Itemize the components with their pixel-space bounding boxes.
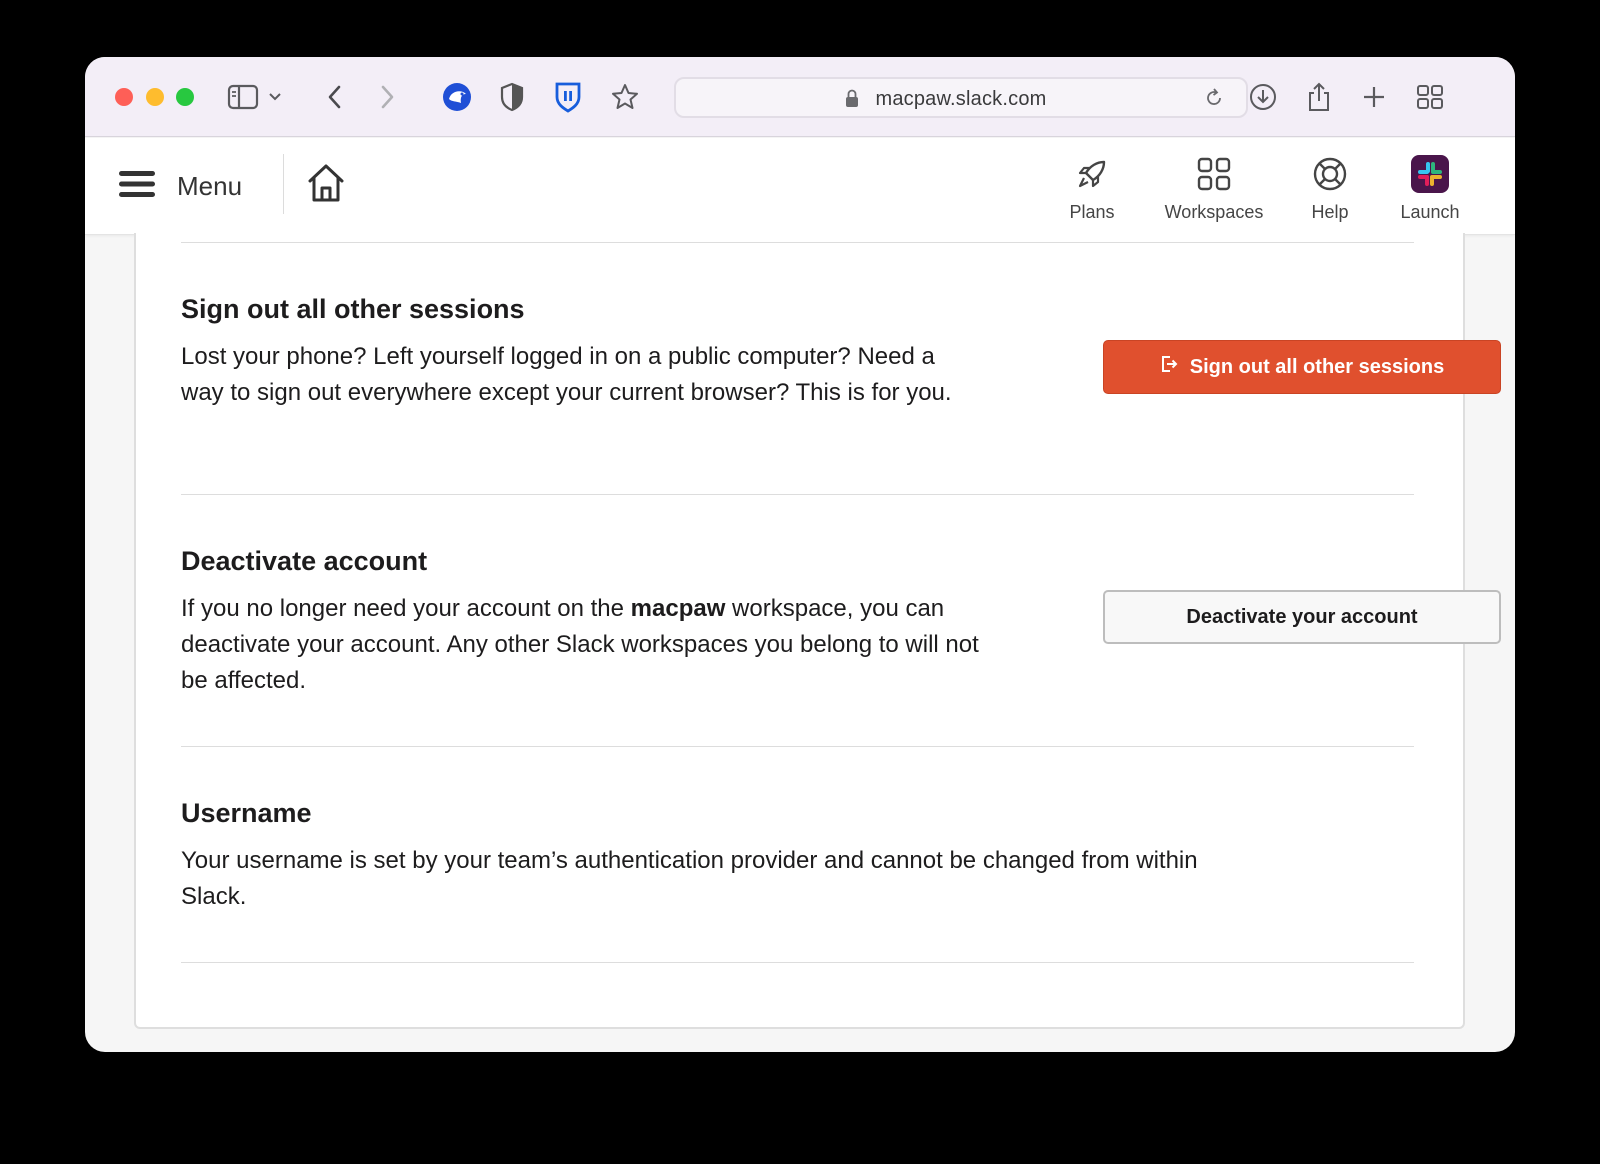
lock-icon	[845, 88, 859, 113]
sign-out-sessions-button[interactable]: Sign out all other sessions	[1103, 340, 1501, 394]
deactivate-title: Deactivate account	[181, 546, 428, 576]
home-icon	[306, 164, 346, 208]
nav-plans[interactable]: Plans	[1067, 152, 1117, 223]
nav-plans-label: Plans	[1069, 202, 1115, 222]
slack-logo-icon	[1411, 152, 1449, 196]
nav-launch-label: Launch	[1400, 202, 1460, 222]
header-divider	[283, 154, 284, 214]
deactivate-account-button[interactable]: Deactivate your account	[1103, 590, 1501, 644]
url-text: macpaw.slack.com	[875, 88, 1047, 110]
menu-label: Menu	[177, 170, 243, 201]
section-divider	[181, 494, 1414, 495]
nav-launch[interactable]: Launch	[1395, 152, 1465, 223]
browser-window: macpaw.slack.com Menu Plans Workspaces H…	[85, 57, 1515, 1052]
deactivate-description: If you no longer need your account on th…	[181, 591, 981, 699]
reload-icon[interactable]	[1203, 87, 1225, 114]
chevron-right-icon[interactable]	[369, 79, 405, 115]
half-shield-icon[interactable]	[494, 79, 530, 115]
sign-out-icon	[1160, 355, 1178, 379]
share-icon[interactable]	[1301, 79, 1337, 115]
hamburger-icon	[119, 169, 155, 204]
home-button[interactable]	[306, 162, 346, 209]
sign-out-title: Sign out all other sessions	[181, 294, 525, 324]
lifebuoy-icon	[1312, 152, 1348, 196]
sign-out-button-label: Sign out all other sessions	[1189, 355, 1445, 378]
grid-icon[interactable]	[1412, 79, 1448, 115]
bitwarden-shield-icon[interactable]	[550, 79, 586, 115]
slack-header: Menu Plans Workspaces Help Launch	[85, 138, 1515, 235]
star-icon[interactable]	[607, 79, 643, 115]
sign-out-section: Sign out all other sessions Lost your ph…	[181, 292, 981, 411]
sign-out-description: Lost your phone? Left yourself logged in…	[181, 343, 952, 406]
deactivate-desc-part1: If you no longer need your account on th…	[181, 595, 631, 622]
minimize-window-button[interactable]	[146, 88, 164, 106]
username-section: Username Your username is set by your te…	[181, 796, 1261, 915]
username-description: Your username is set by your team’s auth…	[181, 847, 1198, 910]
section-divider	[181, 746, 1414, 747]
nav-help[interactable]: Help	[1305, 152, 1355, 223]
chevron-left-icon[interactable]	[317, 79, 353, 115]
chevron-down-icon[interactable]	[265, 79, 285, 115]
workspaces-grid-icon	[1196, 152, 1232, 196]
rocket-icon	[1075, 152, 1109, 196]
section-divider	[181, 242, 1414, 243]
bird-extension-icon[interactable]	[439, 79, 475, 115]
download-icon[interactable]	[1245, 79, 1281, 115]
close-window-button[interactable]	[115, 88, 133, 106]
deactivate-section: Deactivate account If you no longer need…	[181, 544, 981, 699]
nav-workspaces-label: Workspaces	[1164, 202, 1264, 222]
workspace-name: macpaw	[630, 595, 726, 622]
address-bar[interactable]: macpaw.slack.com	[674, 77, 1248, 118]
username-title: Username	[181, 798, 312, 828]
browser-toolbar: macpaw.slack.com	[85, 57, 1515, 137]
section-divider	[181, 962, 1414, 963]
sidebar-icon[interactable]	[225, 79, 261, 115]
menu-button[interactable]: Menu	[119, 163, 242, 209]
plus-icon[interactable]	[1356, 79, 1392, 115]
zoom-window-button[interactable]	[176, 88, 194, 106]
nav-workspaces[interactable]: Workspaces	[1159, 152, 1269, 223]
nav-help-label: Help	[1311, 202, 1349, 222]
